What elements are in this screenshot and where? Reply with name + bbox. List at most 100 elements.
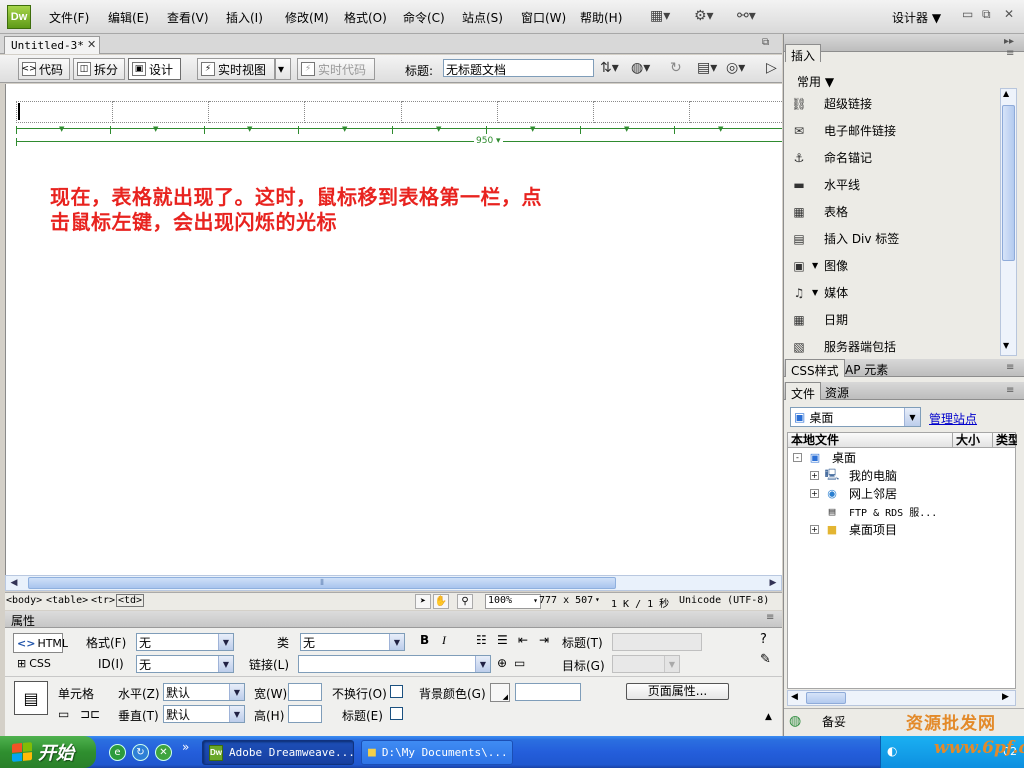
tag-body[interactable]: <body> xyxy=(6,595,42,606)
layout-icon[interactable]: ▦▾ xyxy=(650,8,670,24)
browse-folder-icon[interactable]: ▭ xyxy=(514,656,525,670)
taskbar-explorer[interactable]: ■ D:\My Documents\... xyxy=(361,740,513,765)
zoom-tool-icon[interactable]: ⚲ xyxy=(457,594,473,609)
italic-button[interactable]: I xyxy=(442,633,446,648)
page-properties-button[interactable]: 页面属性... xyxy=(626,683,729,700)
minimize-icon[interactable]: ▭ xyxy=(962,7,973,21)
insert-image[interactable]: ▣ ▼ 图像 xyxy=(790,252,1000,279)
outdent-icon[interactable]: ⇤ xyxy=(518,633,528,647)
close-icon[interactable]: ✕ xyxy=(1004,7,1014,21)
column-local-files[interactable]: 本地文件 xyxy=(788,433,953,447)
scroll-thumb[interactable]: ⦀ xyxy=(28,577,616,589)
point-to-file-icon[interactable]: ⊕ xyxy=(497,656,507,670)
link-input[interactable]: ▼ xyxy=(298,655,491,673)
css-mode-button[interactable]: ⊞ CSS xyxy=(17,657,51,670)
chevron-down-icon[interactable]: ▾ xyxy=(595,595,600,604)
menu-site[interactable]: 站点(S) xyxy=(462,9,503,26)
cell-height-input[interactable] xyxy=(288,705,322,723)
horizontal-scrollbar[interactable]: ◀ ⦀ ▶ xyxy=(5,575,782,591)
nowrap-checkbox[interactable] xyxy=(390,685,403,698)
menu-edit[interactable]: 编辑(E) xyxy=(108,9,149,26)
format-select[interactable]: 无 ▼ xyxy=(136,633,234,651)
media-player-icon[interactable]: ✕ xyxy=(155,744,172,761)
panel-menu-icon[interactable]: ≡ xyxy=(1006,48,1014,59)
quicklaunch-more-icon[interactable]: » xyxy=(182,740,189,754)
table-cell[interactable] xyxy=(593,101,690,123)
scroll-down-icon[interactable]: ▼ xyxy=(1003,341,1009,350)
menu-file[interactable]: 文件(F) xyxy=(49,9,89,26)
file-tree[interactable]: - ▣ 桌面 + 🖳 我的电脑 + ◉ 网上邻居 ▤ FTP & RDS 服..… xyxy=(787,448,1016,689)
code-view-button[interactable]: <> 代码 xyxy=(18,58,70,80)
hand-tool-icon[interactable]: ✋ xyxy=(433,594,449,609)
menu-format[interactable]: 格式(O) xyxy=(344,9,387,26)
collapse-icon[interactable]: ▲ xyxy=(765,712,772,722)
target-select[interactable]: ▼ xyxy=(612,655,680,673)
color-picker-button[interactable]: ◢ xyxy=(490,683,510,702)
merge-cells-icon[interactable]: ▭ xyxy=(58,707,69,721)
bold-button[interactable]: B xyxy=(420,633,429,647)
view-options-icon[interactable]: ▤▾ xyxy=(697,60,717,76)
table-cell[interactable] xyxy=(113,101,210,123)
column-type[interactable]: 类型 xyxy=(993,433,1017,447)
live-code-button[interactable]: ⚡ 实时代码 xyxy=(297,58,375,80)
start-button[interactable]: 开始 xyxy=(0,736,96,768)
tag-table[interactable]: <table> xyxy=(46,595,88,606)
menu-insert[interactable]: 插入(I) xyxy=(226,9,263,26)
panel-menu-icon[interactable]: ≡ xyxy=(1006,362,1014,373)
properties-header[interactable] xyxy=(5,611,782,628)
edit-icon[interactable]: ✎ xyxy=(760,652,771,667)
design-canvas[interactable]: ▼ ▼ ▼ ▼ ▼ ▼ ▼ ▼ 950 ▾ 现在，表格就出现了。这时，鼠标移到表… xyxy=(5,84,782,575)
panel-menu-icon[interactable]: ≡ xyxy=(1006,385,1014,396)
refresh-icon[interactable]: ↻ xyxy=(670,60,682,76)
table-cell[interactable] xyxy=(209,101,306,123)
window-size[interactable]: 777 x 507 xyxy=(539,595,593,606)
insert-named-anchor[interactable]: ⚓ 命名锚记 xyxy=(790,144,1000,171)
tab-close-icon[interactable]: ✕ xyxy=(87,38,96,51)
table-cell[interactable] xyxy=(497,101,594,123)
horizontal-align-select[interactable]: 默认 ▼ xyxy=(163,683,245,701)
live-view-button[interactable]: ⚡ 实时视图 xyxy=(197,58,275,80)
scroll-right-icon[interactable]: ▶ xyxy=(1002,692,1009,702)
site-map-icon[interactable]: ⚯▾ xyxy=(737,8,756,24)
id-select[interactable]: 无 ▼ xyxy=(136,655,234,673)
gear-icon[interactable]: ⚙▾ xyxy=(694,8,714,24)
workspace-switcher[interactable]: 设计器 ▼ xyxy=(892,9,941,26)
file-management-icon[interactable]: ⇅▾ xyxy=(600,60,619,76)
restore-doc-icon[interactable]: ⧉ xyxy=(762,37,769,48)
scroll-thumb[interactable] xyxy=(1002,105,1015,261)
preview-browser-icon[interactable]: ◍▾ xyxy=(631,60,650,76)
zoom-select[interactable]: 100% ▾ xyxy=(485,594,541,609)
html-mode-button[interactable]: <> HTML xyxy=(13,633,68,653)
manage-site-link[interactable]: 管理站点 xyxy=(929,410,977,427)
heading-input[interactable] xyxy=(612,633,702,651)
class-select[interactable]: 无 ▼ xyxy=(300,633,405,651)
insert-scrollbar[interactable]: ▲ ▼ xyxy=(1000,88,1017,356)
refresh-quicklaunch-icon[interactable]: ↻ xyxy=(132,744,149,761)
tab-assets[interactable]: 资源 xyxy=(820,382,854,400)
menu-help[interactable]: 帮助(H) xyxy=(580,9,622,26)
tree-item[interactable]: + ■ 桌面项目 xyxy=(788,520,1015,538)
split-view-button[interactable]: ◫ 拆分 xyxy=(73,58,125,80)
table-cell[interactable] xyxy=(16,101,114,123)
insert-server-include[interactable]: ▧ 服务器端包括 xyxy=(790,333,1000,360)
table-cell[interactable] xyxy=(305,101,402,123)
insert-date[interactable]: ▦ 日期 xyxy=(790,306,1000,333)
vertical-align-select[interactable]: 默认 ▼ xyxy=(163,705,245,723)
insert-email-link[interactable]: ✉ 电子邮件链接 xyxy=(790,117,1000,144)
tag-td[interactable]: <td> xyxy=(116,594,145,607)
ordered-list-icon[interactable]: ☰ xyxy=(497,633,508,647)
tab-insert[interactable]: 插入 xyxy=(785,44,822,63)
split-cells-icon[interactable]: ⊐⊏ xyxy=(80,707,100,721)
tab-css-styles[interactable]: CSS样式 xyxy=(785,359,845,378)
insert-div-tag[interactable]: ▤ 插入 Div 标签 xyxy=(790,225,1000,252)
header-checkbox[interactable] xyxy=(390,707,403,720)
insert-hyperlink[interactable]: ⛓ 超级链接 xyxy=(790,90,1000,117)
site-select[interactable]: ▣ 桌面 ▼ xyxy=(790,407,921,427)
table-cell[interactable] xyxy=(689,101,782,123)
tab-ap-elements[interactable]: AP 元素 xyxy=(840,359,893,377)
browser-icon[interactable]: e xyxy=(109,744,126,761)
help-icon[interactable]: ? xyxy=(760,632,767,647)
menu-modify[interactable]: 修改(M) xyxy=(285,9,329,26)
insert-media[interactable]: ♫ ▼ 媒体 xyxy=(790,279,1000,306)
scroll-left-icon[interactable]: ◀ xyxy=(791,692,798,702)
